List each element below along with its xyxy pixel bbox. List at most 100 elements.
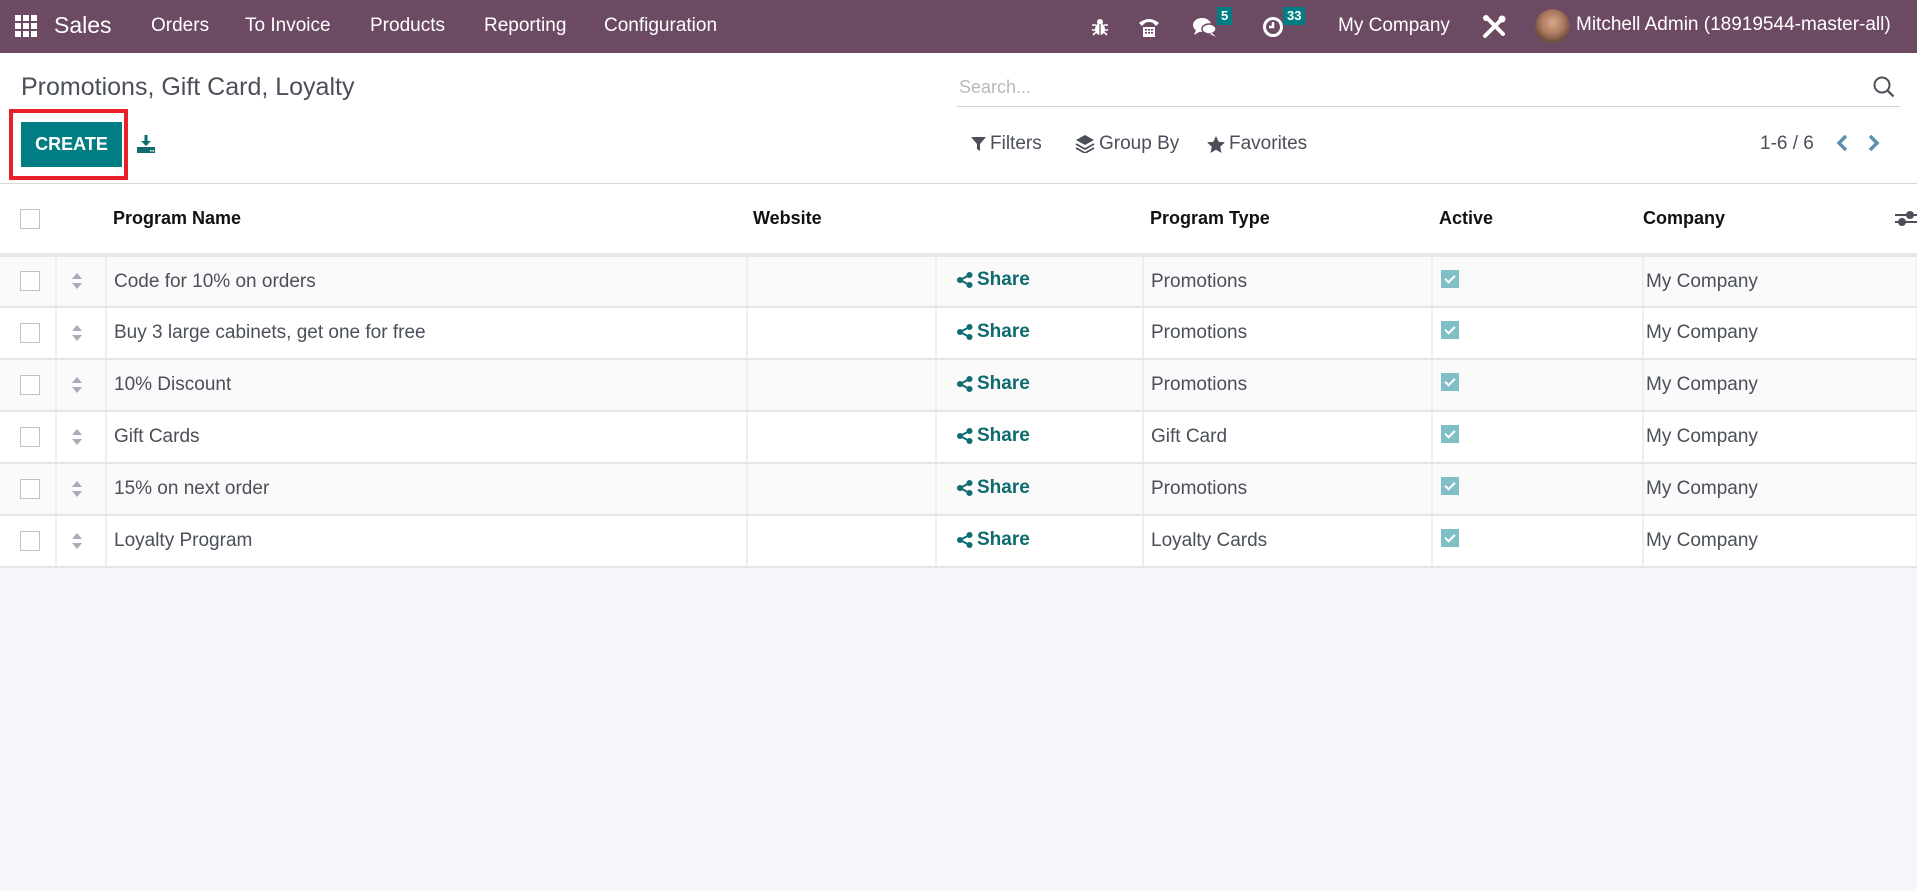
row-select-cell: [0, 307, 57, 360]
table-row[interactable]: Loyalty Program Share Loyalty Cards My C…: [0, 515, 1917, 568]
program-name-cell[interactable]: Loyalty Program: [106, 515, 748, 568]
handle-header: [56, 184, 106, 257]
share-button[interactable]: Share: [957, 529, 1030, 551]
program-name-cell[interactable]: Code for 10% on orders: [106, 255, 748, 308]
menu-to-invoice[interactable]: To Invoice: [245, 15, 331, 37]
menu-configuration[interactable]: Configuration: [604, 15, 717, 37]
program-name-cell[interactable]: 15% on next order: [106, 463, 748, 516]
drag-handle-icon[interactable]: [71, 272, 83, 290]
select-all-cell: [0, 184, 56, 257]
row-checkbox[interactable]: [20, 530, 40, 551]
drag-handle-icon[interactable]: [71, 428, 83, 446]
share-cell: Share: [936, 255, 1144, 308]
share-label: Share: [977, 528, 1030, 550]
active-checkbox: [1441, 529, 1459, 547]
company-cell[interactable]: My Company: [1643, 307, 1917, 360]
drag-handle-icon[interactable]: [71, 480, 83, 498]
column-header-website[interactable]: Website: [747, 184, 936, 257]
active-cell: [1432, 255, 1644, 308]
company-cell[interactable]: My Company: [1643, 463, 1917, 516]
filters-button[interactable]: Filters: [971, 133, 1042, 155]
row-checkbox[interactable]: [20, 271, 40, 292]
program-type-cell[interactable]: Gift Card: [1143, 411, 1433, 464]
create-button[interactable]: CREATE: [21, 122, 122, 167]
company-cell[interactable]: My Company: [1643, 515, 1917, 568]
row-checkbox[interactable]: [20, 322, 40, 343]
row-checkbox[interactable]: [20, 478, 40, 499]
website-cell[interactable]: [747, 359, 937, 412]
pager-value[interactable]: 1-6 / 6: [1760, 133, 1814, 155]
program-type-cell[interactable]: Promotions: [1143, 255, 1433, 308]
drag-handle-icon[interactable]: [71, 532, 83, 550]
user-menu[interactable]: Mitchell Admin (18919544-master-all): [1576, 14, 1891, 36]
program-type-cell[interactable]: Promotions: [1143, 359, 1433, 412]
table-row[interactable]: Code for 10% on orders Share Promotions …: [0, 255, 1917, 308]
company-cell[interactable]: My Company: [1643, 255, 1917, 308]
clock-icon[interactable]: [1262, 0, 1284, 53]
column-header-program-name[interactable]: Program Name: [106, 184, 747, 257]
control-panel: Promotions, Gift Card, Loyalty CREATE Fi…: [0, 53, 1917, 184]
share-button[interactable]: Share: [957, 425, 1030, 447]
column-header-company[interactable]: Company: [1643, 184, 1917, 257]
program-name-cell[interactable]: 10% Discount: [106, 359, 748, 412]
menu-products[interactable]: Products: [370, 15, 445, 37]
apps-menu-icon[interactable]: [15, 15, 37, 37]
program-type-cell[interactable]: Promotions: [1143, 463, 1433, 516]
website-cell[interactable]: [747, 255, 937, 308]
program-type-cell[interactable]: Promotions: [1143, 307, 1433, 360]
menu-orders[interactable]: Orders: [151, 15, 209, 37]
active-cell: [1432, 463, 1644, 516]
company-cell[interactable]: My Company: [1643, 359, 1917, 412]
download-icon[interactable]: [136, 134, 156, 154]
table-row[interactable]: Gift Cards Share Gift Card My Company: [0, 411, 1917, 464]
phone-icon[interactable]: [1137, 0, 1161, 53]
row-checkbox[interactable]: [20, 426, 40, 447]
tools-icon[interactable]: [1481, 0, 1507, 53]
column-header-program-type[interactable]: Program Type: [1143, 184, 1432, 257]
active-checkbox: [1441, 425, 1459, 443]
company-cell[interactable]: My Company: [1643, 411, 1917, 464]
share-button[interactable]: Share: [957, 269, 1030, 291]
program-name-cell[interactable]: Gift Cards: [106, 411, 748, 464]
app-name[interactable]: Sales: [54, 12, 112, 39]
share-cell: Share: [936, 307, 1144, 360]
website-cell[interactable]: [747, 515, 937, 568]
row-checkbox[interactable]: [20, 374, 40, 395]
filters-label: Filters: [990, 133, 1042, 154]
group-by-button[interactable]: Group By: [1075, 133, 1179, 155]
pager-next-icon[interactable]: [1866, 133, 1882, 153]
website-cell[interactable]: [747, 307, 937, 360]
column-header-active[interactable]: Active: [1432, 184, 1643, 257]
program-type-cell[interactable]: Loyalty Cards: [1143, 515, 1433, 568]
share-icon: [957, 375, 973, 392]
menu-reporting[interactable]: Reporting: [484, 15, 566, 37]
search-icon[interactable]: [1872, 75, 1896, 99]
chat-icon[interactable]: [1192, 0, 1218, 53]
share-label: Share: [977, 424, 1030, 446]
drag-handle-icon[interactable]: [71, 324, 83, 342]
favorites-button[interactable]: Favorites: [1207, 133, 1307, 155]
share-button[interactable]: Share: [957, 373, 1030, 395]
share-icon: [957, 531, 973, 548]
program-list: Program Name Website Program Type Active…: [0, 184, 1917, 568]
company-switcher[interactable]: My Company: [1338, 15, 1450, 37]
share-button[interactable]: Share: [957, 321, 1030, 343]
user-avatar[interactable]: [1535, 9, 1570, 44]
bug-icon[interactable]: [1091, 0, 1109, 53]
table-row[interactable]: 10% Discount Share Promotions My Company: [0, 359, 1917, 412]
table-row[interactable]: Buy 3 large cabinets, get one for free S…: [0, 307, 1917, 360]
search-input[interactable]: [959, 73, 1839, 101]
share-button[interactable]: Share: [957, 477, 1030, 499]
row-handle-cell: [56, 255, 107, 308]
table-row[interactable]: 15% on next order Share Promotions My Co…: [0, 463, 1917, 516]
row-handle-cell: [56, 515, 107, 568]
row-handle-cell: [56, 307, 107, 360]
program-name-cell[interactable]: Buy 3 large cabinets, get one for free: [106, 307, 748, 360]
drag-handle-icon[interactable]: [71, 376, 83, 394]
active-cell: [1432, 515, 1644, 568]
website-cell[interactable]: [747, 463, 937, 516]
select-all-checkbox[interactable]: [20, 209, 40, 230]
optional-columns-icon[interactable]: [1895, 208, 1917, 230]
pager-previous-icon[interactable]: [1834, 133, 1850, 153]
website-cell[interactable]: [747, 411, 937, 464]
